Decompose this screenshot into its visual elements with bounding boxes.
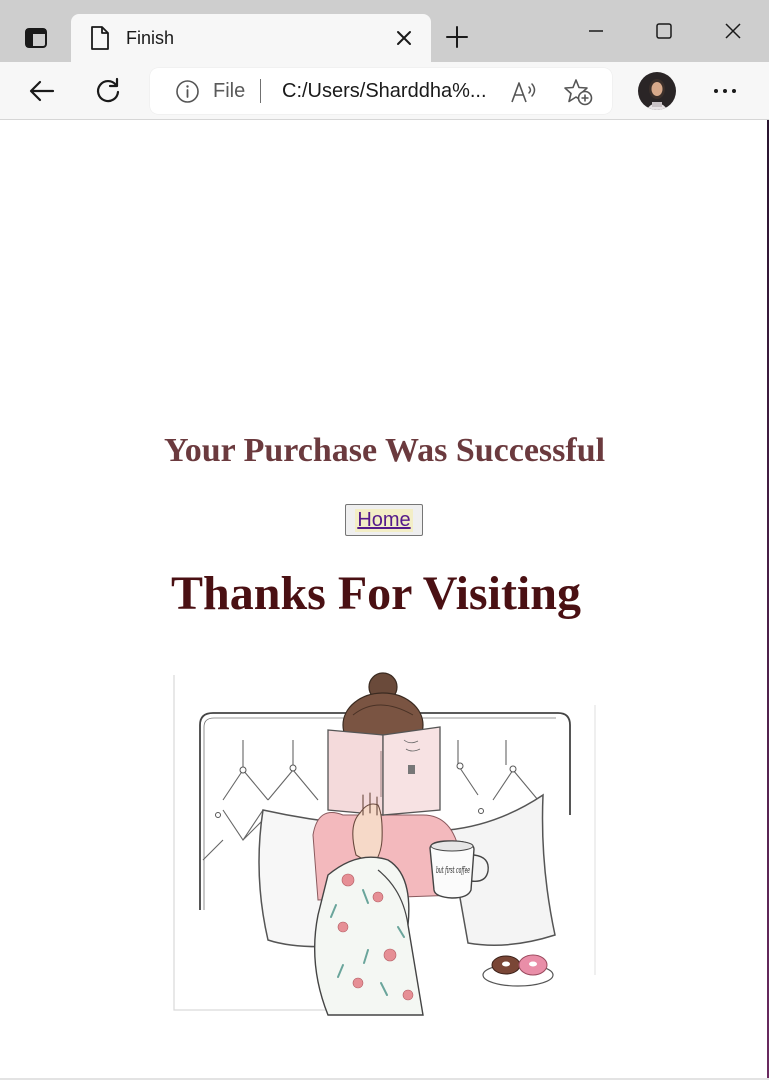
profile-avatar[interactable] xyxy=(638,72,676,110)
url-separator xyxy=(260,79,261,103)
tab-strip: Finish xyxy=(0,0,769,62)
new-tab-icon[interactable] xyxy=(444,24,470,50)
minimize-icon[interactable] xyxy=(583,18,609,44)
info-icon[interactable] xyxy=(175,79,200,104)
tab-title: Finish xyxy=(126,28,175,48)
tab-finish[interactable]: Finish xyxy=(71,14,431,62)
address-bar[interactable]: File C:/Users/Sharddha%... xyxy=(150,68,612,114)
purchase-success-heading: Your Purchase Was Successful xyxy=(163,432,606,469)
maximize-icon[interactable] xyxy=(651,18,677,44)
tab-actions-icon xyxy=(25,28,47,48)
home-link[interactable]: Home xyxy=(355,508,413,532)
add-favorite-icon[interactable] xyxy=(563,78,593,106)
refresh-icon[interactable] xyxy=(93,76,123,106)
page-file-icon xyxy=(91,26,109,50)
tab-actions-button[interactable] xyxy=(12,14,60,62)
home-button[interactable]: Home xyxy=(345,504,423,536)
mug-text: but first coffee xyxy=(436,866,470,876)
window-close-icon[interactable] xyxy=(720,18,746,44)
girl-reading-illustration: but first coffee xyxy=(173,672,596,1016)
back-icon[interactable] xyxy=(27,76,57,106)
avatar-image xyxy=(638,72,676,110)
page-content: Your Purchase Was Successful Home Thanks… xyxy=(0,120,769,1080)
browser-toolbar: File C:/Users/Sharddha%... xyxy=(0,62,769,120)
more-icon[interactable] xyxy=(710,78,740,104)
thanks-heading: Thanks For Visiting xyxy=(171,567,581,620)
url-scheme: File xyxy=(213,80,246,102)
read-aloud-icon[interactable] xyxy=(510,80,538,104)
url-text[interactable]: C:/Users/Sharddha%... xyxy=(282,80,487,103)
close-icon[interactable] xyxy=(393,27,415,49)
